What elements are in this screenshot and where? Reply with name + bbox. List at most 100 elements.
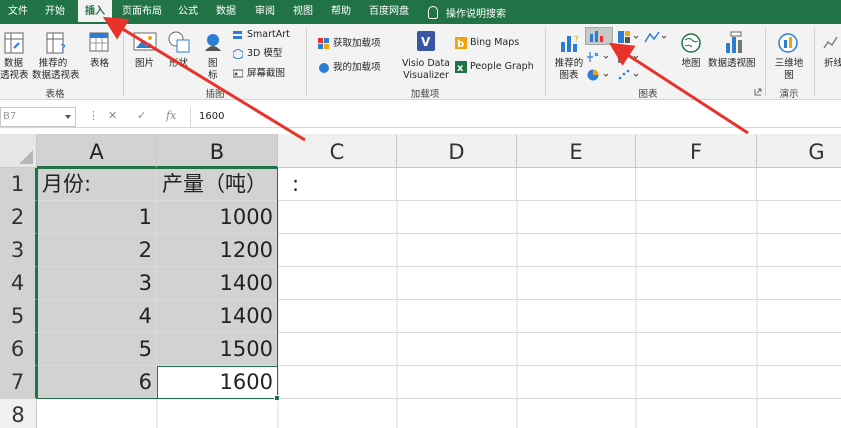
line-chart-icon[interactable] [644, 30, 668, 44]
ribbon-tab-bar: 文件 开始 插入 页面布局 公式 数据 审阅 视图 帮助 百度网盘 操作说明搜索 [0, 0, 841, 24]
row-header-3[interactable]: 3 [0, 234, 37, 267]
pie-chart-icon[interactable] [587, 68, 613, 82]
svg-text:?: ? [574, 35, 579, 45]
maps-icon [681, 33, 701, 53]
cell-e1[interactable] [517, 168, 636, 201]
formula-input[interactable]: 1600 [190, 107, 224, 127]
cell-g1[interactable] [757, 168, 841, 201]
tab-formulas[interactable]: 公式 [178, 0, 198, 24]
illustrations-group-label: 插图 [205, 89, 225, 100]
screenshot-icon [233, 69, 243, 78]
visio-label-2[interactable]: Visualizer [401, 70, 451, 82]
tab-help[interactable]: 帮助 [331, 0, 351, 24]
row-header-7[interactable]: 7 [0, 366, 37, 399]
column-chart-button[interactable] [585, 27, 613, 45]
visio-label-1[interactable]: Visio Data [401, 58, 451, 70]
icons-label-1[interactable]: 图 [208, 58, 218, 70]
group-divider [123, 28, 124, 96]
column-header-b[interactable]: B [157, 134, 278, 168]
column-header-c[interactable]: C [278, 134, 397, 168]
column-header-g[interactable]: G [757, 134, 841, 168]
recommended-charts-label-1[interactable]: 推荐的 [552, 58, 586, 70]
tell-me-search[interactable]: 操作说明搜索 [428, 0, 506, 24]
screenshot-label[interactable]: 屏幕截图 [247, 68, 285, 80]
shapes-label[interactable]: 形状 [169, 58, 188, 70]
tab-data[interactable]: 数据 [216, 0, 236, 24]
cell-b1[interactable]: 产量（吨） [157, 168, 278, 201]
cell-d1[interactable] [397, 168, 517, 201]
more-options-icon[interactable]: ⋮ [88, 109, 99, 122]
smartart-icon [233, 31, 242, 39]
column-header-f[interactable]: F [636, 134, 757, 168]
table-label[interactable]: 表格 [90, 58, 109, 70]
pivotchart-icon [726, 31, 742, 53]
cell-b7-value: 1600 [219, 370, 273, 394]
pivotchart-label[interactable]: 数据透视图 [708, 58, 756, 70]
pivottable-label-1[interactable]: 数据 [4, 58, 23, 70]
insert-function-icon[interactable]: fx [166, 109, 176, 122]
column-header-a[interactable]: A [37, 134, 157, 168]
tours-group-label: 演示 [779, 89, 799, 100]
name-box[interactable]: B7 [0, 107, 76, 127]
pivottable-label-2[interactable]: 透视表 [0, 70, 29, 82]
chevron-down-icon[interactable] [65, 115, 71, 119]
recommended-charts-icon: ? [561, 35, 579, 52]
lightbulb-icon [428, 5, 438, 19]
cell-a1[interactable]: 月份: [37, 168, 157, 201]
smartart-label[interactable]: SmartArt [247, 29, 290, 41]
get-addins-label[interactable]: 获取加载项 [333, 38, 381, 50]
name-box-value: B7 [3, 111, 17, 122]
group-divider [545, 28, 546, 96]
enter-icon[interactable]: ✓ [137, 109, 146, 122]
icons-label-2[interactable]: 标 [208, 70, 218, 82]
column-header-e[interactable]: E [517, 134, 636, 168]
row-header-2[interactable]: 2 [0, 201, 37, 234]
bing-maps-label[interactable]: Bing Maps [470, 37, 519, 49]
bing-maps-icon: b [455, 37, 467, 49]
tab-insert[interactable]: 插入 [78, 0, 112, 24]
tables-group-label: 表格 [45, 89, 65, 100]
dialog-launcher-icon[interactable] [754, 88, 762, 96]
pictures-label[interactable]: 图片 [135, 58, 154, 70]
cell-f1[interactable] [636, 168, 757, 201]
row-header-8[interactable]: 8 [0, 399, 37, 428]
scatter-chart-icon[interactable] [617, 68, 641, 82]
3d-map-label-2[interactable]: 图 [772, 70, 806, 82]
icons-icon [205, 34, 221, 51]
row-header-6[interactable]: 6 [0, 333, 37, 366]
select-all-button[interactable] [0, 134, 37, 168]
tab-baidu-netdisk[interactable]: 百度网盘 [369, 0, 409, 24]
tab-home[interactable]: 开始 [45, 0, 65, 24]
row-header-5[interactable]: 5 [0, 300, 37, 333]
3d-map-label-1[interactable]: 三维地 [772, 58, 806, 70]
pivottable-icon [4, 32, 24, 54]
my-addins-icon [319, 63, 329, 73]
tab-review[interactable]: 审阅 [255, 0, 275, 24]
svg-text:b: b [457, 39, 464, 49]
row-header-4[interactable]: 4 [0, 267, 37, 300]
cell-b7[interactable]: 1600 [157, 366, 278, 399]
sparkline-line-label[interactable]: 折线 [824, 58, 841, 70]
tab-file[interactable]: 文件 [8, 0, 28, 24]
column-header-d[interactable]: D [397, 134, 517, 168]
cell-c1[interactable]: : [278, 168, 397, 201]
statistic-chart-icon[interactable] [586, 50, 612, 64]
recommended-charts-label-2[interactable]: 图表 [552, 70, 586, 82]
people-graph-label[interactable]: People Graph [470, 61, 534, 73]
waterfall-chart-icon[interactable] [617, 50, 641, 64]
my-addins-label[interactable]: 我的加载项 [333, 62, 381, 74]
3d-map-icon [778, 33, 798, 53]
recommended-pivottable-icon: ? [46, 32, 66, 54]
row-header-1[interactable]: 1 [0, 168, 37, 201]
recommended-pivottable-label-2[interactable]: 数据透视表 [32, 70, 80, 82]
column-chart-icon [590, 31, 603, 42]
cancel-icon[interactable]: ✕ [108, 109, 117, 122]
tab-page-layout[interactable]: 页面布局 [122, 0, 162, 24]
fill-handle[interactable] [274, 395, 280, 401]
sparkline-line-icon [823, 36, 838, 49]
3d-model-label[interactable]: 3D 模型 [247, 48, 282, 60]
tab-view[interactable]: 视图 [293, 0, 313, 24]
hierarchy-chart-icon[interactable] [617, 30, 641, 44]
maps-label[interactable]: 地图 [676, 58, 706, 70]
recommended-pivottable-label-1[interactable]: 推荐的 [38, 58, 68, 70]
